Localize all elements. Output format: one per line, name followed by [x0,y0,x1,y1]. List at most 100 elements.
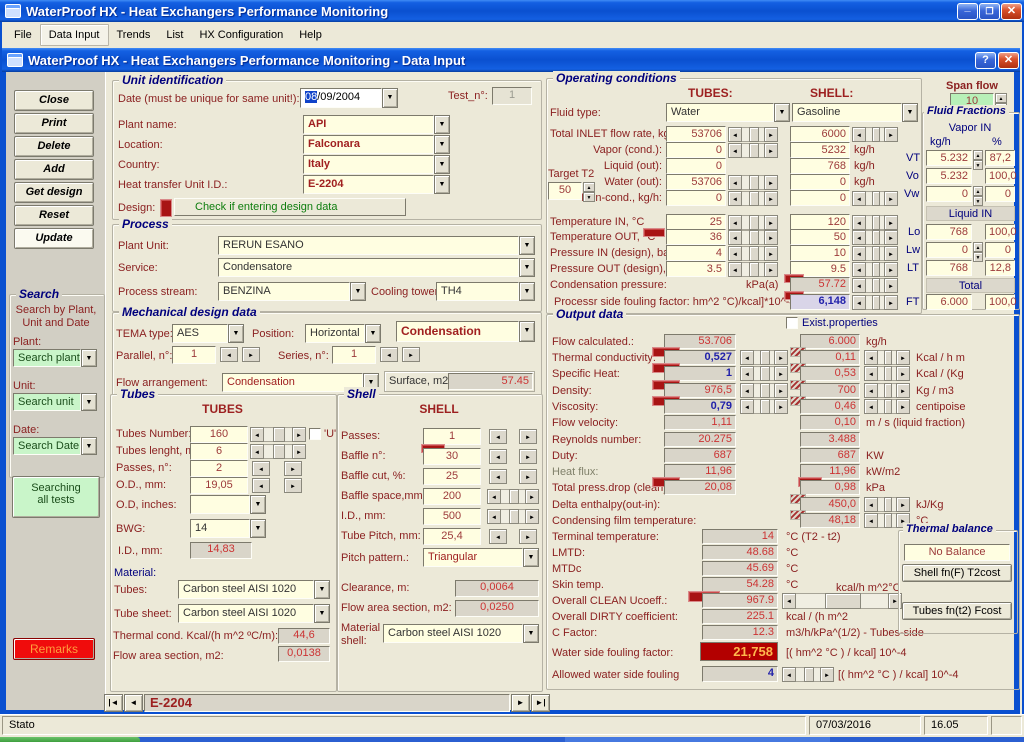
spin-up-icon[interactable] [973,150,983,160]
scroll-right-icon[interactable] [764,262,778,277]
scroll-left-icon[interactable] [740,350,754,365]
process-side-fouling-scrollbar[interactable] [852,295,898,310]
opcond-shell-field[interactable]: 10 [790,245,850,261]
scroll-track[interactable] [754,350,774,365]
tubes-od-spin-left[interactable] [252,478,270,493]
dropdown-arrow-icon[interactable] [382,88,398,108]
shell-passes-spin-left[interactable] [489,429,507,444]
scroll-track[interactable] [878,366,896,381]
scroll-track[interactable] [742,175,764,190]
dropdown-arrow-icon[interactable] [434,135,450,154]
vt-kgh-field[interactable]: 5.232 [926,150,972,166]
scroll-track[interactable] [878,497,896,512]
dropdown-arrow-icon[interactable] [523,548,539,567]
baffle-cut-spin-right[interactable] [519,469,537,484]
menu-list[interactable]: List [158,25,191,45]
dropdown-arrow-icon[interactable] [250,495,266,514]
shell-id-scrollbar[interactable] [487,509,539,524]
shell-passes-field[interactable]: 1 [423,428,481,445]
tube-pitch-field[interactable]: 25,4 [423,528,481,545]
scroll-right-icon[interactable] [884,278,898,293]
scroll-left-icon[interactable] [864,399,878,414]
scroll-track[interactable] [501,509,525,524]
process-stream-combo[interactable]: BENZINA [218,282,366,301]
service-combo[interactable]: Condensatore [218,258,535,277]
scroll-track[interactable] [742,262,764,277]
dropdown-arrow-icon[interactable] [350,282,366,301]
opcond-tubes-scrollbar[interactable] [728,127,778,142]
opcond-tubes-scrollbar[interactable] [728,215,778,230]
scroll-left-icon[interactable] [728,230,742,245]
tubes-fcost-button[interactable]: Tubes fn(t2) Fcost [902,602,1012,620]
position-combo[interactable]: Horizontal [305,324,381,343]
scroll-left-icon[interactable] [728,191,742,206]
scroll-track[interactable] [866,215,884,230]
scroll-right-icon[interactable] [292,427,306,442]
scroll-track[interactable] [866,127,884,142]
scroll-right-icon[interactable] [764,230,778,245]
scroll-track[interactable] [796,593,888,609]
series-spin-right[interactable] [402,347,420,362]
plant-name-combo[interactable]: API [303,115,450,134]
tubes-number-field[interactable]: 160 [190,426,248,443]
scroll-track[interactable] [742,215,764,230]
start-button[interactable] [0,737,140,742]
scroll-right-icon[interactable] [884,215,898,230]
parallel-field[interactable]: 1 [172,346,216,364]
shell-id-field[interactable]: 500 [423,508,481,525]
scroll-track[interactable] [866,191,884,206]
opcond-tubes-scrollbar[interactable] [728,191,778,206]
scroll-right-icon[interactable] [896,366,910,381]
output-right-scrollbar[interactable] [864,399,910,414]
opcond-tubes-scrollbar[interactable] [728,175,778,190]
baffle-space-field[interactable]: 200 [423,488,481,505]
nav-prev-button[interactable] [124,694,143,712]
scroll-right-icon[interactable] [896,383,910,398]
dropdown-arrow-icon[interactable] [434,115,450,134]
searching-all-tests-button[interactable]: Searching all tests [12,476,100,518]
dropdown-arrow-icon[interactable] [228,324,244,343]
scroll-track[interactable] [264,427,292,442]
output-right-scrollbar[interactable] [864,383,910,398]
dropdown-arrow-icon[interactable] [519,236,535,255]
scroll-left-icon[interactable] [728,262,742,277]
lw-kgh-field[interactable]: 0 [926,242,972,258]
scroll-right-icon[interactable] [896,350,910,365]
scroll-left-icon[interactable] [728,215,742,230]
dropdown-arrow-icon[interactable] [314,604,330,623]
tubes-material-combo[interactable]: Carbon steel AISI 1020 [178,580,330,599]
output-scrollbar[interactable] [740,399,788,414]
scroll-right-icon[interactable] [884,295,898,310]
dropdown-arrow-icon[interactable] [434,175,450,194]
date-combo[interactable]: 08/09/2004 [300,88,398,108]
opcond-tubes-scrollbar[interactable] [728,143,778,158]
opcond-tubes-field[interactable]: 36 [666,229,726,245]
baffle-space-scrollbar[interactable] [487,489,539,504]
opcond-tubes-scrollbar[interactable] [728,230,778,245]
tubes-length-field[interactable]: 6 [190,443,248,460]
scroll-left-icon[interactable] [852,246,866,261]
opcond-shell-field[interactable]: 0 [790,190,850,206]
scroll-left-icon[interactable] [487,509,501,524]
clean-ucoeff-scrollbar[interactable] [782,593,902,609]
scroll-track[interactable] [878,350,896,365]
spin-up-icon[interactable] [973,186,983,196]
scroll-right-icon[interactable] [884,191,898,206]
opcond-tubes-field[interactable]: 25 [666,214,726,230]
baffle-n-spin-left[interactable] [489,449,507,464]
baffle-cut-field[interactable]: 25 [423,468,481,485]
series-field[interactable]: 1 [332,346,376,364]
scroll-right-icon[interactable] [764,191,778,206]
vt-spinner[interactable] [973,150,983,166]
scroll-left-icon[interactable] [740,399,754,414]
scroll-right-icon[interactable] [896,399,910,414]
scroll-left-icon[interactable] [852,191,866,206]
opcond-shell-scrollbar[interactable] [852,127,898,142]
spin-up-icon[interactable] [995,93,1007,103]
tubes-od-spin-right[interactable] [284,478,302,493]
scroll-right-icon[interactable] [764,175,778,190]
u-tubes-checkbox[interactable] [309,428,321,440]
opcond-shell-field[interactable]: 50 [790,229,850,245]
opcond-tubes-field[interactable]: 53706 [666,126,726,142]
pitch-pattern-combo[interactable]: Triangular [423,548,539,567]
